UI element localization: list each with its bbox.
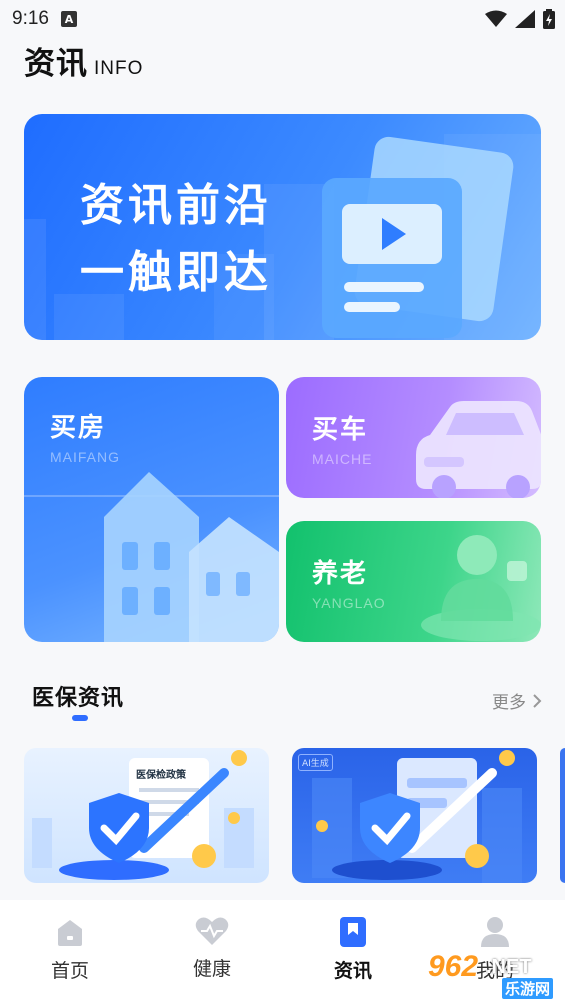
buy-car-tile[interactable]: 买车 MAICHE [286,377,541,498]
hero-banner[interactable]: 资讯前沿 一触即达 [24,114,541,340]
heart-pulse-icon [195,917,229,945]
page-header: 资讯 INFO [24,38,143,83]
buy-car-subtitle: MAICHE [312,451,373,467]
section-title: 医保资讯 [32,686,125,711]
wifi-icon [485,10,507,27]
bookmark-book-icon [340,917,366,947]
news-card-partial[interactable] [560,748,565,883]
elderly-person-icon [421,535,541,641]
news-card[interactable]: 医保检政策 [24,748,269,883]
banner-line-1: 资讯前沿 [80,180,272,231]
more-link[interactable]: 更多 [492,688,542,713]
pension-title: 养老 [312,559,369,589]
status-time: 9:16 [12,8,49,29]
home-icon [58,920,82,946]
video-document-icon [322,136,514,338]
tab-home[interactable]: 首页 [25,916,115,996]
medical-insurance-section-header: 医保资讯 更多 [32,680,542,721]
tab-health[interactable]: 健康 [167,916,257,996]
banner-line-2: 一触即达 [80,247,272,298]
tab-label: 健康 [192,958,231,980]
pension-tile[interactable]: 养老 YANGLAO [286,521,541,642]
watermark-site: 乐游网 [502,978,554,999]
status-bar: 9:16 A [0,0,565,38]
more-label: 更多 [492,693,526,713]
signal-icon [515,10,535,28]
chevron-right-icon [533,693,542,708]
car-icon [416,401,541,498]
buy-house-tile[interactable]: 买房 MAIFANG [24,377,279,642]
notification-icon: A [60,11,77,27]
tab-news[interactable]: 资讯 [308,916,398,996]
buy-car-title: 买车 [312,415,369,445]
battery-icon [543,9,555,29]
ai-generated-badge: AI生成 [298,754,333,771]
watermark-brand: 962 [428,950,479,983]
site-watermark: 962 .NET 乐游网 [428,950,560,999]
buildings-icon [24,472,279,642]
watermark-net: .NET [486,956,532,978]
section-title-indicator [72,715,88,721]
page-subtitle: INFO [94,58,144,79]
status-icons [485,9,555,29]
page-title: 资讯 [24,46,88,82]
news-card[interactable]: AI生成 [292,748,537,883]
tab-label: 资讯 [333,960,372,982]
user-icon [481,917,509,947]
pension-subtitle: YANGLAO [312,595,386,611]
watermark-logo: 962 .NET 乐游网 [428,950,560,999]
card-document-label: 医保检政策 [132,764,190,783]
tab-label: 首页 [50,960,89,982]
